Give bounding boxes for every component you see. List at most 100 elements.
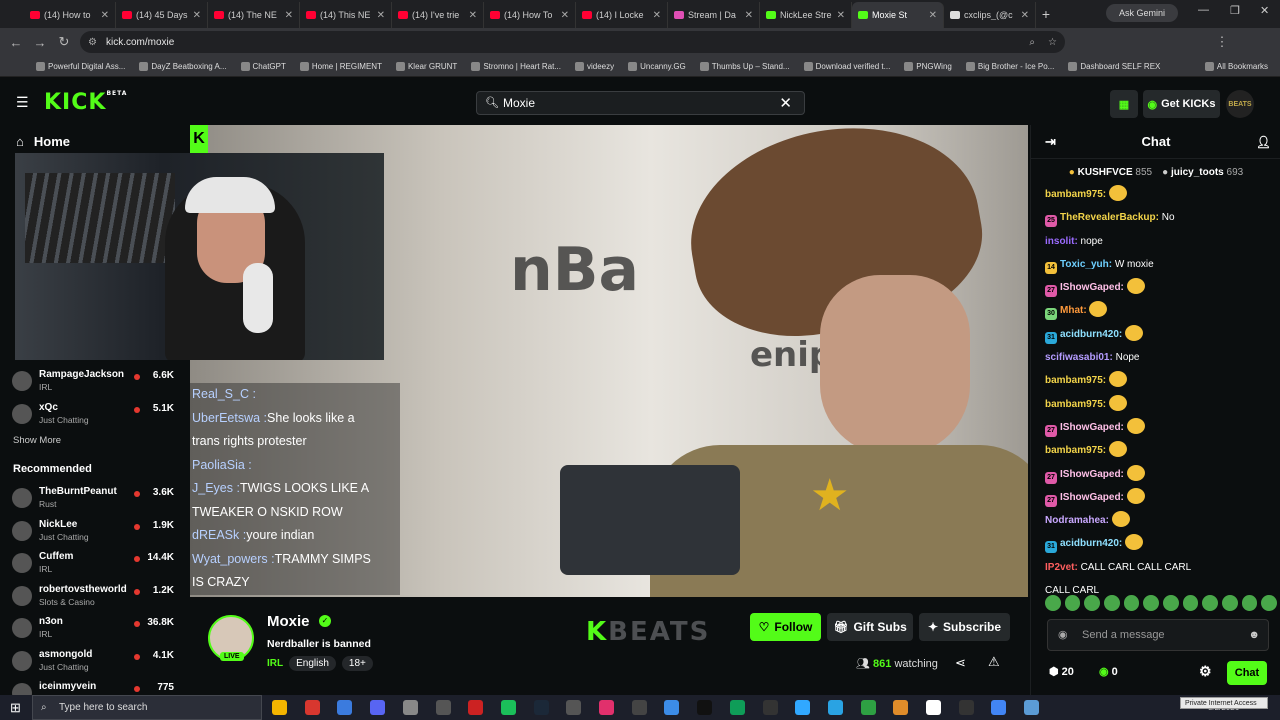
chat-username[interactable]: IP2vet: xyxy=(1045,562,1078,573)
back-icon[interactable]: ← xyxy=(4,35,28,50)
browser-tab[interactable]: (14) How To ✕ xyxy=(484,2,576,28)
taskbar-app-icon[interactable] xyxy=(664,700,680,715)
taskbar-app-icon[interactable] xyxy=(1024,700,1040,715)
browser-tab[interactable]: Moxie St ✕ xyxy=(852,2,944,28)
taskbar-app-icon[interactable] xyxy=(860,700,876,715)
bookmark-item[interactable]: Dashboard SELF REX xyxy=(1068,61,1160,71)
chat-username[interactable]: Toxic_yuh: xyxy=(1060,259,1112,270)
bookmark-item[interactable]: Download verified t... xyxy=(803,61,890,71)
taskbar-app-icon[interactable] xyxy=(500,700,516,715)
chat-send-button[interactable]: Chat xyxy=(1227,661,1267,685)
gifter-2[interactable]: ● juicy_toots 693 xyxy=(1162,167,1243,178)
taskbar-app-icon[interactable] xyxy=(402,700,418,715)
zoom-icon[interactable]: ⌕ xyxy=(1029,37,1035,48)
all-bookmarks[interactable]: All Bookmarks xyxy=(1204,61,1268,71)
tab-close-icon[interactable]: ✕ xyxy=(837,10,845,21)
search-input[interactable]: 🔍︎ Moxie ✕ xyxy=(476,91,805,115)
forward-icon[interactable]: → xyxy=(28,35,52,50)
taskbar-app-icon[interactable] xyxy=(827,700,843,715)
hamburger-menu-icon[interactable]: ☰ xyxy=(16,94,29,111)
category-link[interactable]: IRL xyxy=(267,658,283,669)
bookmark-star-icon[interactable]: ☆ xyxy=(1048,37,1057,48)
tab-close-icon[interactable]: ✕ xyxy=(101,10,109,21)
taskbar-app-icon[interactable] xyxy=(337,700,353,715)
sidebar-channel[interactable]: xQc Just Chatting 5.1K xyxy=(12,402,182,430)
chat-input[interactable]: ◉ Send a message ☻ xyxy=(1047,619,1269,651)
sidebar-channel[interactable]: RampageJackson IRL 6.6K xyxy=(12,369,182,397)
taskbar-app-icon[interactable] xyxy=(272,700,287,715)
bookmark-item[interactable]: DayZ Beatboxing A... xyxy=(139,61,227,71)
quick-emotes[interactable] xyxy=(1045,595,1278,613)
follow-button[interactable]: ♡ Follow xyxy=(750,613,821,641)
tab-close-icon[interactable]: ✕ xyxy=(377,10,385,21)
get-kicks-button[interactable]: ◉ Get KICKs xyxy=(1143,90,1220,118)
browser-tab[interactable]: NickLee Stre ✕ xyxy=(760,2,852,28)
channel-name[interactable]: Moxie xyxy=(267,613,310,630)
sidebar-channel[interactable]: TheBurntPeanut Rust 3.6K xyxy=(12,486,182,514)
tab-close-icon[interactable]: ✕ xyxy=(285,10,293,21)
bookmark-item[interactable]: Klear GRUNT xyxy=(395,61,457,71)
taskbar-app-icon[interactable] xyxy=(468,700,484,715)
minimize-icon[interactable]: — xyxy=(1198,4,1209,16)
channel-points[interactable]: ⬢ 20 xyxy=(1049,665,1074,678)
gifter-1[interactable]: ● KUSHFVCE 855 xyxy=(1069,167,1152,178)
sponsor-logo[interactable]: KBEATS xyxy=(586,617,710,647)
taskbar-app-icon[interactable] xyxy=(762,700,778,715)
bookmark-item[interactable]: Big Brother - Ice Po... xyxy=(965,61,1054,71)
tab-close-icon[interactable]: ✕ xyxy=(653,10,661,21)
url-input[interactable]: ⚙ kick.com/moxie ⌕ ☆ xyxy=(80,31,1065,53)
tab-close-icon[interactable]: ✕ xyxy=(929,10,937,21)
reload-icon[interactable]: ↻ xyxy=(52,34,76,50)
sidebar-item-home[interactable]: ⌂ Home xyxy=(16,134,70,149)
taskbar-app-icon[interactable] xyxy=(599,700,614,715)
browser-tab[interactable]: (14) This NE ✕ xyxy=(300,2,392,28)
profile-avatar[interactable]: BEATS xyxy=(1226,90,1254,118)
taskbar-app-icon[interactable] xyxy=(631,700,647,715)
taskbar-app-icon[interactable] xyxy=(533,700,549,715)
chat-username[interactable]: bambam975: xyxy=(1045,399,1106,410)
bookmark-item[interactable]: Uncanny.GG xyxy=(628,61,686,71)
close-window-icon[interactable]: ✕ xyxy=(1260,4,1269,17)
taskbar-app-icon[interactable] xyxy=(697,700,713,715)
browser-tab[interactable]: (14) I've trie ✕ xyxy=(392,2,484,28)
chat-username[interactable]: bambam975: xyxy=(1045,375,1106,386)
sidebar-channel[interactable]: Cuffem IRL 14.4K xyxy=(12,551,182,579)
chat-username[interactable]: bambam975: xyxy=(1045,189,1106,200)
taskbar-app-icon[interactable] xyxy=(304,700,320,715)
bookmark-item[interactable]: Stromno | Heart Rat... xyxy=(471,61,561,71)
taskbar-app-icon[interactable] xyxy=(435,700,451,715)
tag-language[interactable]: English xyxy=(289,656,336,671)
bookmark-item[interactable]: Powerful Digital Ass... xyxy=(36,61,125,71)
browser-tab[interactable]: (14) I Locke ✕ xyxy=(576,2,668,28)
bookmark-item[interactable]: PNGWing xyxy=(904,61,952,71)
sidebar-channel[interactable]: robertovstheworld Slots & Casino 1.2K xyxy=(12,584,182,612)
taskbar-app-icon[interactable] xyxy=(991,700,1007,715)
chat-username[interactable]: insolit: xyxy=(1045,236,1078,247)
taskbar-app-icon[interactable] xyxy=(893,700,909,715)
site-info-icon[interactable]: ⚙ xyxy=(88,37,97,48)
subscribe-button[interactable]: ✦ Subscribe xyxy=(919,613,1010,641)
emote-picker-icon[interactable]: ☻ xyxy=(1248,620,1260,650)
chat-username[interactable]: TheRevealerBackup: xyxy=(1060,212,1159,223)
chat-username[interactable]: Nodramahea: xyxy=(1045,515,1109,526)
collapse-chat-icon[interactable]: ⇥ xyxy=(1045,125,1056,159)
chat-username[interactable]: acidburn420: xyxy=(1060,538,1122,549)
bookmark-item[interactable]: Home | REGIMENT xyxy=(299,61,382,71)
chat-username[interactable]: IShowGaped: xyxy=(1060,492,1124,503)
windows-start-icon[interactable]: ⊞ xyxy=(10,700,21,716)
taskbar-app-icon[interactable] xyxy=(729,700,745,715)
chat-username[interactable]: IShowGaped: xyxy=(1060,422,1124,433)
chat-username[interactable]: bambam975: xyxy=(1045,445,1106,456)
browser-tab[interactable]: (14) The NE ✕ xyxy=(208,2,300,28)
taskbar-app-icon[interactable] xyxy=(795,700,811,715)
tab-close-icon[interactable]: ✕ xyxy=(561,10,569,21)
kick-logo[interactable]: KICKBETA xyxy=(44,90,127,115)
chat-username[interactable]: Mhat: xyxy=(1060,305,1087,316)
taskbar-app-icon[interactable] xyxy=(958,700,974,715)
sidebar-channel[interactable]: n3on IRL 36.8K xyxy=(12,616,182,644)
gift-subs-button[interactable]: 🎁︎ Gift Subs xyxy=(827,613,913,641)
taskbar-search[interactable]: ⌕ Type here to search xyxy=(32,695,262,720)
browser-tab[interactable]: cxclips_(@c ✕ xyxy=(944,2,1036,28)
menu-dots-icon[interactable]: ⋮ xyxy=(1210,34,1234,50)
share-icon[interactable]: ⋖ xyxy=(955,655,966,671)
